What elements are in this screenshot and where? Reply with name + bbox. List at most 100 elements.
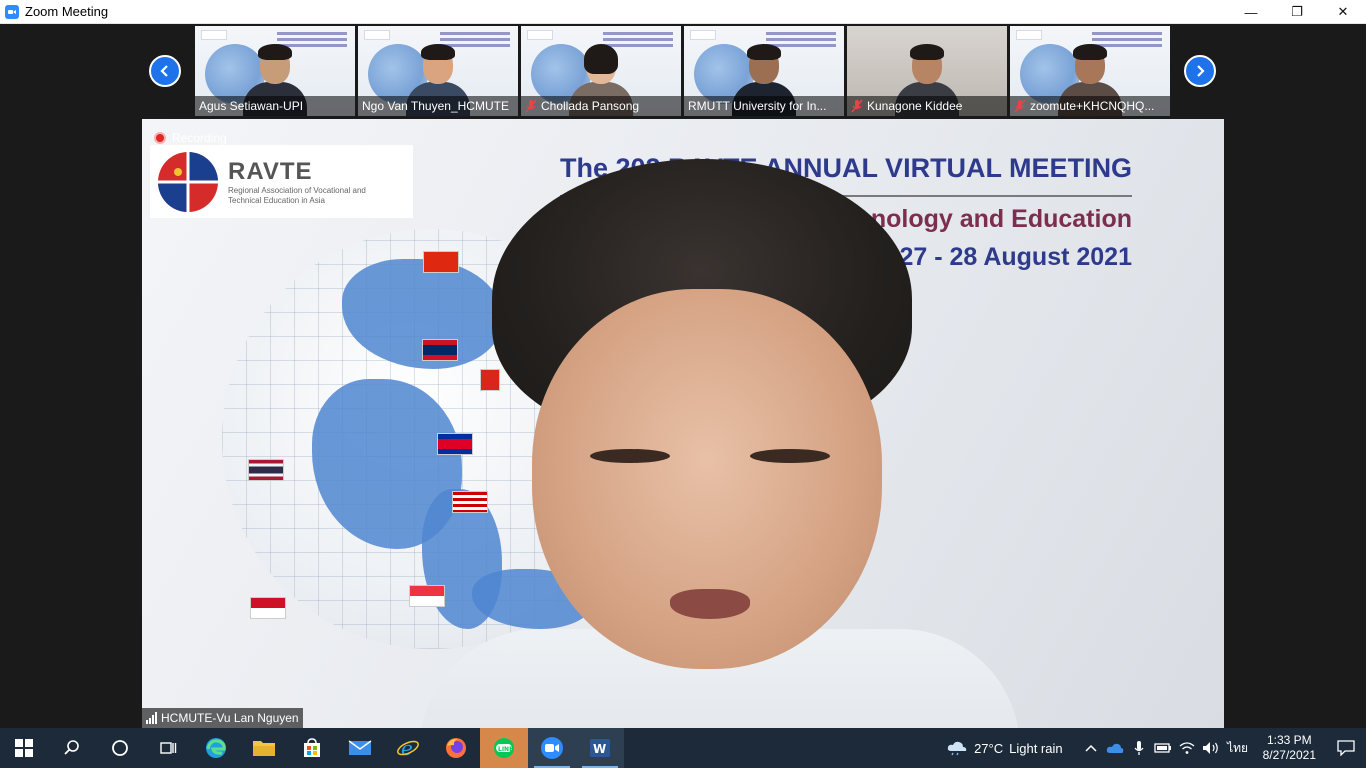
mic-muted-icon — [1014, 99, 1026, 113]
input-language: ไทย — [1227, 740, 1249, 755]
zoom-icon — [541, 737, 563, 759]
taskbar: e LINE W 27°C Light rain ไทย 1:33 PM 8/2… — [0, 728, 1366, 768]
ravte-name: RAVTE — [228, 157, 313, 185]
close-icon: ✕ — [1337, 4, 1349, 19]
participant-tile[interactable]: RMUTT University for In... — [684, 26, 844, 116]
chevron-left-icon — [160, 65, 168, 77]
store-icon — [304, 738, 320, 757]
speaker-name: HCMUTE-Vu Lan Nguyen — [161, 711, 299, 725]
close-button[interactable]: ✕ — [1320, 0, 1366, 24]
participant-tile[interactable]: zoomute+KHCNQHQ... — [1010, 26, 1170, 116]
system-tray: 27°C Light rain ไทย 1:33 PM 8/27/2021 — [946, 728, 1366, 768]
firefox-icon — [446, 738, 466, 758]
flag-singapore — [409, 585, 445, 607]
search-icon — [64, 740, 79, 755]
restore-icon: ❐ — [1291, 4, 1303, 19]
participant-tile[interactable]: Kunagone Kiddee — [847, 26, 1007, 116]
flag-laos — [422, 339, 458, 361]
ravte-subtitle: Regional Association of Vocational and T… — [228, 185, 366, 205]
mic-muted-icon — [525, 99, 537, 113]
participant-name: Agus Setiawan-UPI — [199, 99, 304, 113]
weather-widget[interactable]: 27°C Light rain — [946, 740, 1063, 756]
speaker-name-tag: HCMUTE-Vu Lan Nguyen — [142, 708, 303, 728]
participant-name: Kunagone Kiddee — [867, 99, 963, 113]
participant-name: RMUTT University for In... — [688, 99, 827, 113]
search-button[interactable] — [48, 728, 96, 768]
participant-tile[interactable]: Agus Setiawan-UPI — [195, 26, 355, 116]
ravte-logo-card: RAVTE Regional Association of Vocational… — [150, 145, 413, 218]
ravte-logo-icon — [158, 151, 218, 212]
internet-explorer-app[interactable]: e — [384, 728, 432, 768]
svg-text:LINE: LINE — [498, 746, 513, 753]
participant-name: Ngo Van Thuyen_HCMUTE — [362, 99, 509, 113]
microphone-button[interactable] — [1127, 728, 1151, 768]
microphone-icon — [1134, 741, 1144, 755]
participant-name: zoomute+KHCNQHQ... — [1030, 99, 1155, 113]
participant-name: Chollada Pansong — [541, 99, 640, 113]
file-explorer-app[interactable] — [240, 728, 288, 768]
onedrive-icon — [1106, 743, 1123, 753]
chevron-up-icon — [1085, 744, 1097, 752]
gallery-next-button[interactable] — [1184, 55, 1216, 87]
recording-label: Recording — [172, 131, 227, 145]
window-title: Zoom Meeting — [25, 4, 109, 19]
input-language-button[interactable]: ไทย — [1223, 728, 1253, 768]
line-app[interactable]: LINE — [480, 728, 528, 768]
svg-text:W: W — [593, 742, 606, 756]
show-hidden-icons-button[interactable] — [1079, 728, 1103, 768]
edge-icon — [206, 738, 226, 758]
onedrive-button[interactable] — [1103, 728, 1127, 768]
task-view-button[interactable] — [144, 728, 192, 768]
internet-explorer-icon: e — [397, 736, 419, 760]
participant-tile[interactable]: Chollada Pansong — [521, 26, 681, 116]
cortana-button[interactable] — [96, 728, 144, 768]
signal-strength-icon — [146, 712, 157, 724]
task-view-icon — [160, 742, 177, 754]
flag-indonesia — [250, 597, 286, 619]
word-icon: W — [590, 739, 610, 757]
weather-temperature: 27°C — [974, 740, 1004, 756]
battery-button[interactable] — [1151, 728, 1175, 768]
mail-icon — [348, 740, 372, 755]
store-app[interactable] — [288, 728, 336, 768]
battery-icon — [1153, 743, 1171, 753]
firefox-app[interactable] — [432, 728, 480, 768]
participant-tile[interactable]: Ngo Van Thuyen_HCMUTE — [358, 26, 518, 116]
speaker-volume-icon — [1202, 742, 1218, 754]
mail-app[interactable] — [336, 728, 384, 768]
recording-icon — [154, 132, 166, 144]
mic-muted-icon — [851, 99, 863, 113]
clock-date: 8/27/2021 — [1262, 748, 1316, 762]
restore-button[interactable]: ❐ — [1274, 0, 1320, 24]
clock[interactable]: 1:33 PM 8/27/2021 — [1263, 733, 1316, 763]
minimize-icon: — — [1244, 4, 1258, 20]
wifi-button[interactable] — [1175, 728, 1199, 768]
title-bar: Zoom Meeting — ❐ ✕ — [0, 0, 1366, 24]
notification-icon — [1337, 740, 1355, 756]
wifi-icon — [1179, 742, 1195, 754]
folder-icon — [253, 741, 275, 756]
minimize-button[interactable]: — — [1228, 0, 1274, 24]
cloud-rain-icon — [947, 741, 967, 756]
chevron-right-icon — [1197, 65, 1205, 77]
start-button[interactable] — [0, 728, 48, 768]
zoom-app[interactable] — [528, 728, 576, 768]
flag-thailand — [248, 459, 284, 481]
clock-time: 1:33 PM — [1266, 733, 1312, 747]
line-icon: LINE — [494, 738, 514, 758]
speaker-person — [420, 159, 1020, 728]
word-app[interactable]: W — [576, 728, 624, 768]
volume-button[interactable] — [1199, 728, 1223, 768]
gallery-prev-button[interactable] — [149, 55, 181, 87]
zoom-app-icon — [5, 4, 19, 19]
active-speaker-video[interactable]: RAVTE Regional Association of Vocational… — [142, 119, 1224, 728]
action-center-button[interactable] — [1326, 728, 1366, 768]
recording-indicator[interactable]: Recording — [154, 131, 227, 145]
flag-china — [423, 251, 459, 273]
windows-icon — [15, 739, 33, 757]
edge-app[interactable] — [192, 728, 240, 768]
svg-text:e: e — [401, 736, 413, 760]
participant-gallery: Agus Setiawan-UPI Ngo Van Thuyen_HCMUTE … — [0, 24, 1366, 119]
weather-description: Light rain — [1009, 740, 1063, 756]
cortana-icon — [112, 740, 128, 756]
